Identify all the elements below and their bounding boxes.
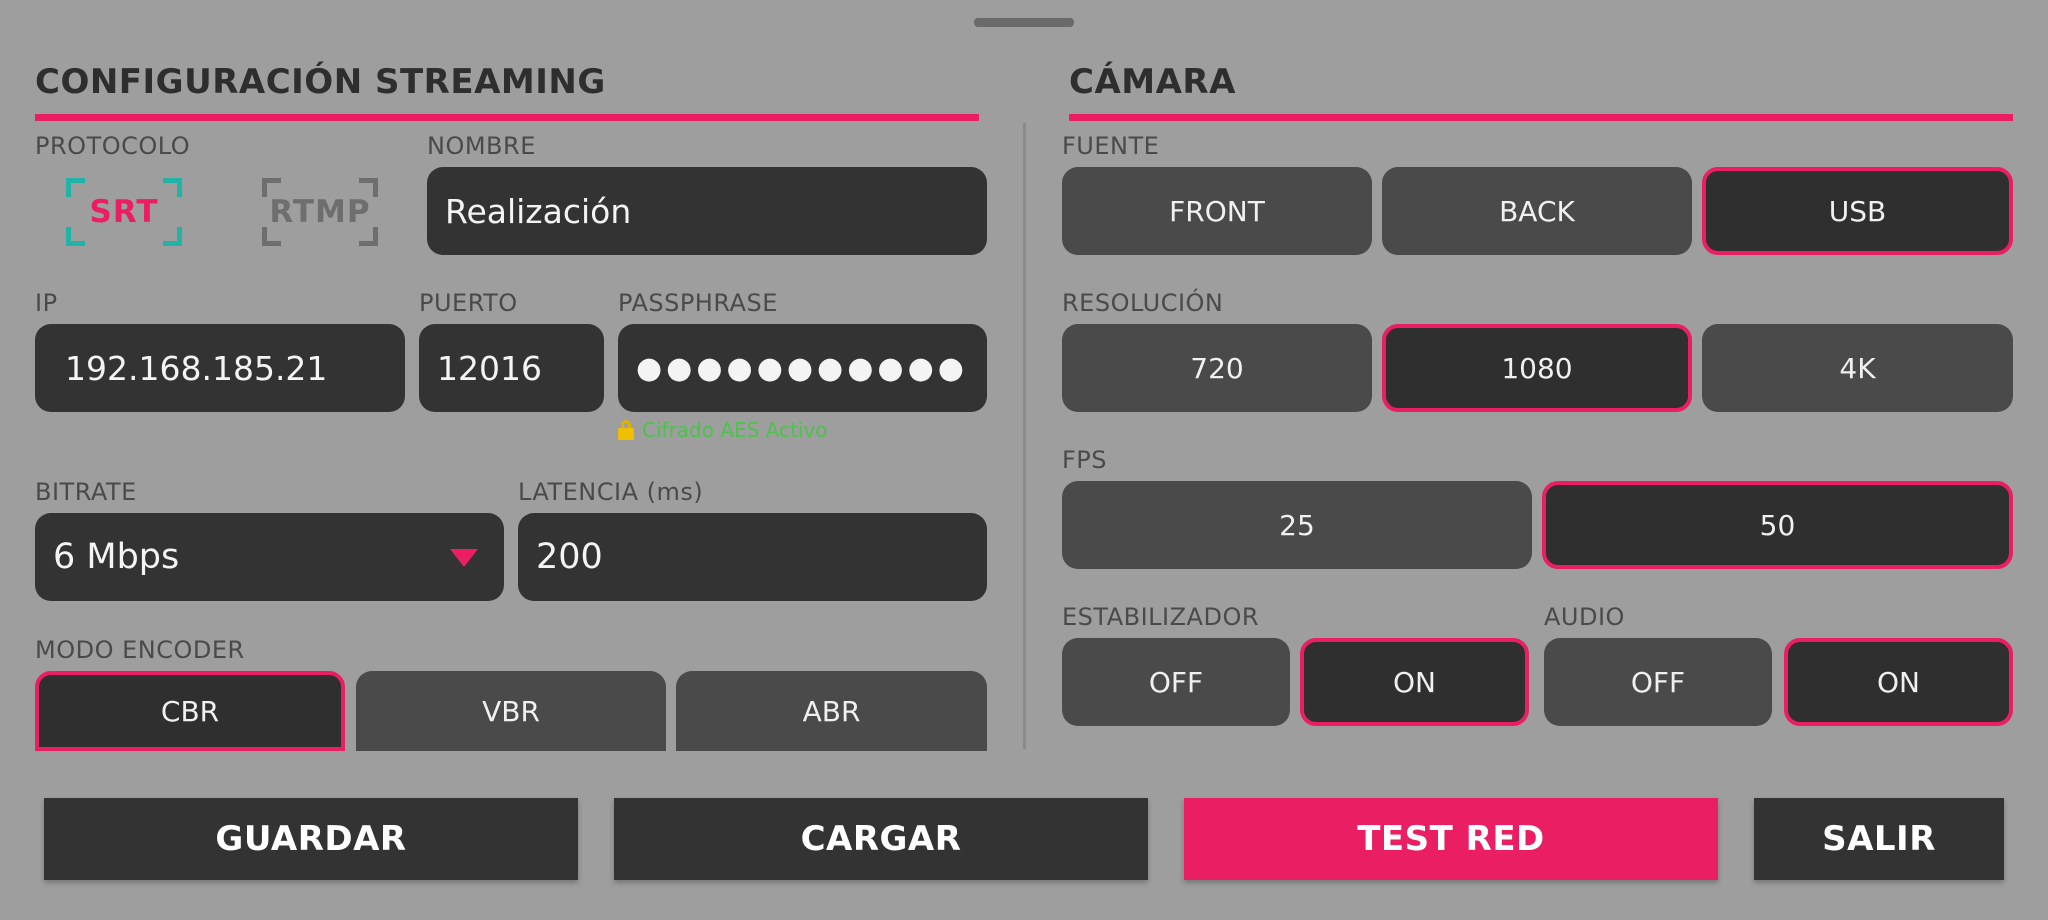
audio-label: AUDIO [1544, 603, 1625, 631]
resolution-label: RESOLUCIÓN [1062, 289, 1224, 317]
latency-label: LATENCIA (ms) [518, 478, 704, 506]
ip-label: IP [35, 289, 58, 317]
stabilizer-off-button[interactable]: OFF [1062, 638, 1290, 726]
fps-50-button[interactable]: 50 [1542, 481, 2013, 569]
source-front-button[interactable]: FRONT [1062, 167, 1372, 255]
ip-value: 192.168.185.21 [65, 348, 328, 388]
stabilizer-label: ESTABILIZADOR [1062, 603, 1260, 631]
drag-handle[interactable] [974, 18, 1074, 27]
protocol-srt-button[interactable]: SRT [66, 178, 182, 246]
lock-icon [618, 420, 634, 440]
load-button[interactable]: CARGAR [614, 798, 1148, 880]
name-value: Realización [445, 191, 632, 231]
section-divider [1023, 123, 1026, 749]
encoder-vbr-button[interactable]: VBR [356, 671, 666, 751]
source-back-button[interactable]: BACK [1382, 167, 1692, 255]
bitrate-select[interactable]: 6 Mbps [35, 513, 504, 601]
fps-25-button[interactable]: 25 [1062, 481, 1532, 569]
protocol-srt-label: SRT [89, 194, 159, 230]
streaming-title-underline [35, 114, 979, 121]
name-label: NOMBRE [427, 132, 536, 160]
resolution-720-button[interactable]: 720 [1062, 324, 1372, 412]
name-field[interactable]: Realización [427, 167, 987, 255]
aes-status-text: Cifrado AES Activo [642, 418, 828, 442]
port-field[interactable]: 12016 [419, 324, 604, 412]
save-button[interactable]: GUARDAR [44, 798, 578, 880]
test-network-button[interactable]: TEST RED [1184, 798, 1718, 880]
protocol-rtmp-label: RTMP [269, 194, 371, 230]
encoder-abr-button[interactable]: ABR [676, 671, 987, 751]
passphrase-value: ●●●●●●●●●●● [636, 350, 968, 386]
resolution-1080-button[interactable]: 1080 [1382, 324, 1692, 412]
chevron-down-icon [450, 549, 478, 567]
bitrate-label: BITRATE [35, 478, 137, 506]
resolution-4k-button[interactable]: 4K [1702, 324, 2013, 412]
source-usb-button[interactable]: USB [1702, 167, 2013, 255]
passphrase-label: PASSPHRASE [618, 289, 778, 317]
exit-button[interactable]: SALIR [1754, 798, 2004, 880]
bitrate-value: 6 Mbps [53, 537, 180, 577]
camera-section-title: CÁMARA [1069, 62, 1236, 102]
audio-on-button[interactable]: ON [1784, 638, 2013, 726]
aes-status: Cifrado AES Activo [618, 418, 828, 442]
latency-value: 200 [536, 537, 603, 577]
ip-field[interactable]: 192.168.185.21 [35, 324, 405, 412]
encoder-cbr-button[interactable]: CBR [35, 671, 345, 751]
camera-title-underline [1069, 114, 2013, 121]
port-value: 12016 [437, 348, 542, 388]
audio-off-button[interactable]: OFF [1544, 638, 1772, 726]
encoder-label: MODO ENCODER [35, 636, 245, 664]
streaming-section-title: CONFIGURACIÓN STREAMING [35, 62, 606, 102]
source-label: FUENTE [1062, 132, 1160, 160]
port-label: PUERTO [419, 289, 518, 317]
passphrase-field[interactable]: ●●●●●●●●●●● [618, 324, 987, 412]
protocol-label: PROTOCOLO [35, 132, 191, 160]
protocol-rtmp-button[interactable]: RTMP [262, 178, 378, 246]
stabilizer-on-button[interactable]: ON [1300, 638, 1529, 726]
fps-label: FPS [1062, 446, 1108, 474]
latency-field[interactable]: 200 [518, 513, 987, 601]
